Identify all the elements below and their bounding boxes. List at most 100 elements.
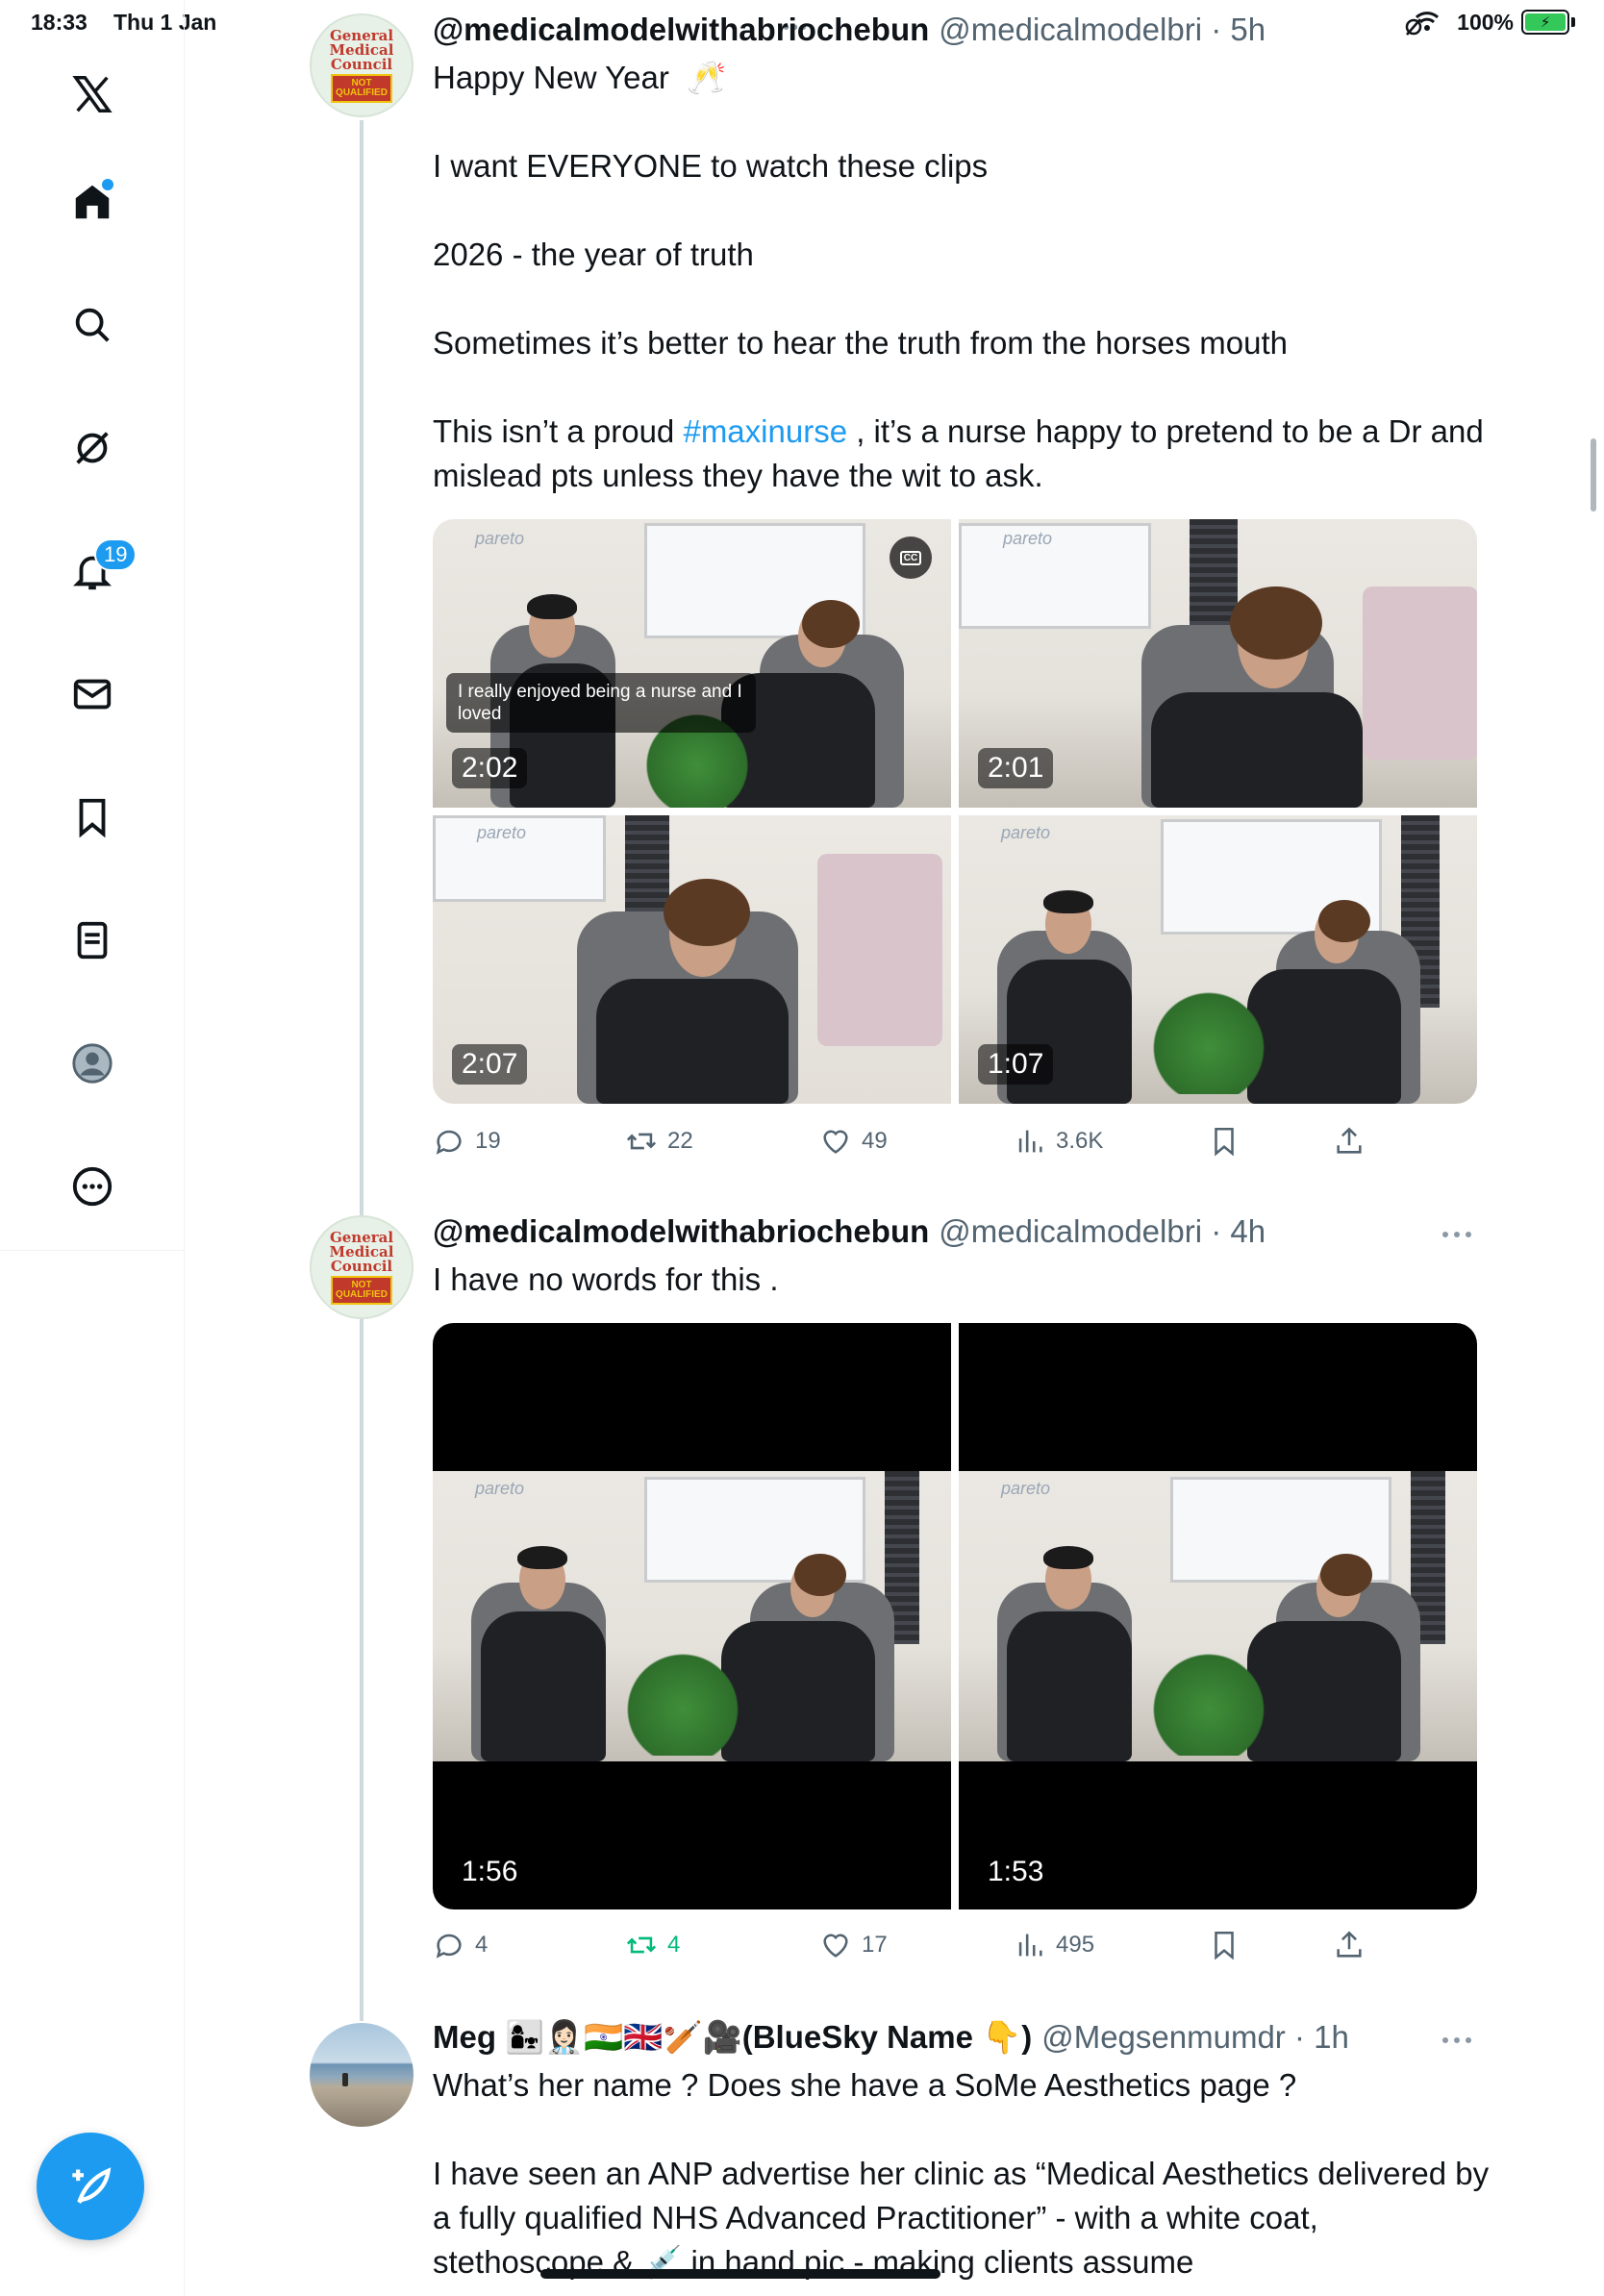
post-text: Happy New Year 🥂 I want EVERYONE to watc… <box>433 56 1491 498</box>
hashtag-link[interactable]: #maxinurse <box>683 413 847 449</box>
like-count: 17 <box>862 1932 888 1958</box>
closed-captions-icon[interactable]: CC <box>890 537 932 579</box>
video-duration: 1:53 <box>988 1856 1044 1887</box>
reply-count: 4 <box>475 1932 489 1958</box>
bookmark-button[interactable] <box>1208 1125 1241 1158</box>
view-count: 495 <box>1056 1932 1095 1958</box>
search-icon[interactable] <box>60 292 125 358</box>
video-caption: I really enjoyed being a nurse and I lov… <box>446 673 756 733</box>
video-duration: 2:07 <box>452 1044 528 1085</box>
sidebar-divider <box>0 1250 185 1251</box>
video-thumbnail[interactable]: pareto 2:07 <box>433 815 951 1104</box>
repost-button[interactable]: 4 <box>625 1929 680 1961</box>
handle[interactable]: @medicalmodelbri · 4h <box>939 1213 1266 1250</box>
video-thumbnail[interactable]: pareto 1:53 <box>959 1323 1477 1909</box>
home-icon[interactable] <box>60 169 125 235</box>
handle[interactable]: @Megsenmumdr · 1h <box>1041 2019 1349 2056</box>
repost-button[interactable]: 22 <box>625 1125 693 1158</box>
video-thumbnail[interactable]: pareto 1:56 <box>433 1323 951 1909</box>
avatar[interactable] <box>310 2023 414 2127</box>
repost-count: 22 <box>667 1128 693 1154</box>
repost-icon <box>626 1936 657 1954</box>
post-text: What’s her name ? Does she have a SoMe A… <box>433 2067 1490 2280</box>
profile-icon[interactable] <box>60 1031 125 1096</box>
share-button[interactable] <box>1333 1929 1366 1961</box>
avatar-text: Council <box>330 55 393 73</box>
avatar-badge: NOT QUALIFIED <box>331 1275 392 1305</box>
bookmark-button[interactable] <box>1208 1929 1241 1961</box>
like-count: 49 <box>862 1128 888 1154</box>
grok-icon[interactable] <box>60 415 125 481</box>
like-button[interactable]: 17 <box>819 1929 888 1961</box>
like-button[interactable]: 49 <box>819 1125 888 1158</box>
avatar[interactable]: General Medical Council NOT QUALIFIED <box>310 13 414 117</box>
home-indicator[interactable] <box>540 2269 940 2279</box>
thread-line <box>360 120 363 1216</box>
display-name[interactable]: @medicalmodelwithabriochebun <box>433 1213 929 1250</box>
reply-button[interactable]: 19 <box>433 1125 501 1158</box>
share-icon <box>1337 1127 1362 1154</box>
bookmark-icon[interactable] <box>60 785 125 850</box>
video-duration: 1:07 <box>978 1044 1054 1085</box>
avatar-text: Council <box>330 1257 393 1275</box>
compose-button[interactable] <box>37 2133 144 2240</box>
battery-nub <box>1571 17 1575 27</box>
media-grid: pareto 1:56 pareto 1:53 <box>433 1323 1477 1909</box>
home-unread-dot <box>102 179 113 190</box>
battery-icon: ⚡ <box>1521 10 1569 35</box>
x-logo-icon[interactable] <box>60 62 125 127</box>
views-button[interactable]: 495 <box>1014 1929 1094 1961</box>
reply-button[interactable]: 4 <box>433 1929 488 1961</box>
media-grid: pareto I really enjoyed being a nurse an… <box>433 519 1477 1104</box>
share-icon <box>1337 1931 1362 1958</box>
more-menu-icon[interactable] <box>60 1154 125 1219</box>
handle[interactable]: @medicalmodelbri · 5h <box>939 12 1266 48</box>
post-more-icon[interactable] <box>1442 2031 1477 2050</box>
share-button[interactable] <box>1333 1125 1366 1158</box>
display-name[interactable]: @medicalmodelwithabriochebun <box>433 12 929 48</box>
video-duration: 2:01 <box>978 748 1054 788</box>
thread-line <box>360 1319 363 2021</box>
video-duration: 2:02 <box>452 748 528 788</box>
video-logo: pareto <box>1001 1479 1051 1498</box>
video-thumbnail[interactable]: pareto 2:01 <box>959 519 1477 808</box>
repost-icon <box>626 1133 657 1150</box>
view-count: 3.6K <box>1056 1128 1104 1154</box>
video-thumbnail[interactable]: pareto I really enjoyed being a nurse an… <box>433 519 951 808</box>
post-header: Meg 👩‍👧👩🏻‍⚕️🇮🇳🇬🇧🏏🎥(BlueSky Name 👇) @Megs… <box>433 2019 1349 2057</box>
bookmark-icon <box>1215 1127 1234 1157</box>
analytics-icon <box>1018 1130 1042 1153</box>
display-name[interactable]: Meg 👩‍👧👩🏻‍⚕️🇮🇳🇬🇧🏏🎥(BlueSky Name 👇) <box>433 2019 1032 2057</box>
battery-percent: 100% <box>1457 9 1514 35</box>
wifi-icon <box>1405 12 1440 36</box>
analytics-icon <box>1018 1934 1042 1957</box>
video-duration: 1:56 <box>462 1856 518 1887</box>
scroll-indicator[interactable] <box>1591 438 1596 512</box>
video-thumbnail[interactable]: pareto 1:07 <box>959 815 1477 1104</box>
lists-icon[interactable] <box>60 908 125 973</box>
post-header: @medicalmodelwithabriochebun @medicalmod… <box>433 1213 1266 1250</box>
views-button[interactable]: 3.6K <box>1014 1125 1103 1158</box>
video-logo: pareto <box>475 1479 525 1498</box>
status-right: 100% ⚡ <box>1405 8 1575 37</box>
repost-count: 4 <box>667 1932 681 1958</box>
post-actions: 19 22 49 3.6K <box>433 1125 1481 1167</box>
avatar-badge: NOT QUALIFIED <box>331 73 392 103</box>
post-text: I have no words for this . <box>433 1261 779 1297</box>
reply-icon <box>436 1934 462 1959</box>
compose-feather-icon <box>72 2167 112 2204</box>
notifications-badge: 19 <box>94 538 138 571</box>
post-header: @medicalmodelwithabriochebun @medicalmod… <box>433 12 1266 48</box>
mail-icon[interactable] <box>60 661 125 727</box>
sidebar: 19 <box>0 0 185 2296</box>
video-logo: pareto <box>477 823 527 842</box>
heart-icon <box>823 1934 848 1958</box>
bookmark-icon <box>1215 1931 1234 1960</box>
video-logo: pareto <box>1003 529 1053 548</box>
post-actions: 4 4 17 495 <box>433 1929 1481 1971</box>
heart-icon <box>823 1130 848 1154</box>
post-more-icon[interactable] <box>1442 1225 1477 1244</box>
avatar[interactable]: General Medical Council NOT QUALIFIED <box>310 1215 414 1319</box>
video-logo: pareto <box>475 529 525 548</box>
bell-icon[interactable]: 19 <box>60 538 138 604</box>
